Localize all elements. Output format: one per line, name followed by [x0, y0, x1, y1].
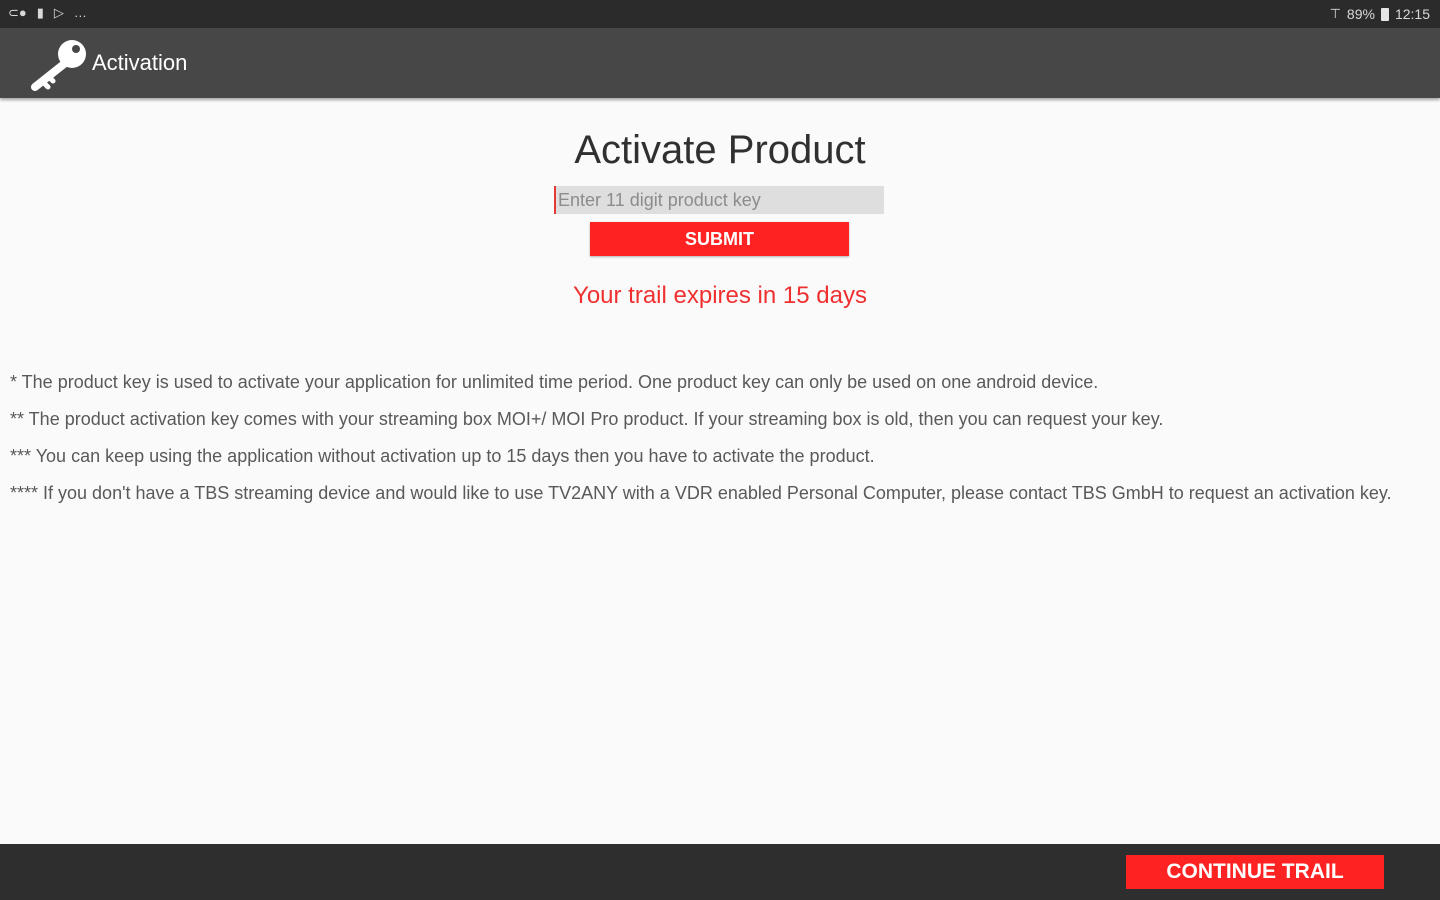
page-title: Activate Product [574, 128, 866, 172]
submit-button[interactable]: SUBMIT [590, 222, 849, 256]
trial-expiry-message: Your trail expires in 15 days [573, 282, 867, 309]
more-notifications: … [73, 5, 87, 20]
status-bar-system: ⊤ 89% 12:15 [1330, 6, 1430, 22]
activation-notes: * The product key is used to activate yo… [10, 370, 1430, 518]
wifi-icon: ⊤ [1329, 6, 1341, 21]
status-bar-notifications: ⊂● ▮ ▷ … [8, 5, 87, 21]
app-bar-title: Activation [92, 50, 188, 75]
bottom-bar: CONTINUE TRAIL [0, 844, 1440, 900]
note-item: * The product key is used to activate yo… [10, 372, 1099, 392]
product-key-input[interactable] [554, 186, 884, 214]
key-icon [31, 40, 86, 91]
play-store-icon: ▷ [53, 5, 64, 20]
battery-icon [1380, 7, 1389, 21]
note-item: *** You can keep using the application w… [10, 446, 875, 466]
clock: 12:15 [1394, 6, 1430, 22]
continue-trial-button[interactable]: CONTINUE TRAIL [1126, 855, 1384, 889]
cast-icon: ⊂● [8, 5, 27, 20]
usb-icon: ▮ [36, 5, 44, 20]
app-bar: Activation [0, 28, 1440, 98]
note-item: **** If you don't have a TBS streaming d… [10, 483, 1392, 503]
status-bar: ⊂● ▮ ▷ … ⊤ 89% 12:15 [0, 0, 1440, 28]
note-item: ** The product activation key comes with… [10, 409, 1164, 429]
battery-percent: 89% [1346, 6, 1375, 22]
